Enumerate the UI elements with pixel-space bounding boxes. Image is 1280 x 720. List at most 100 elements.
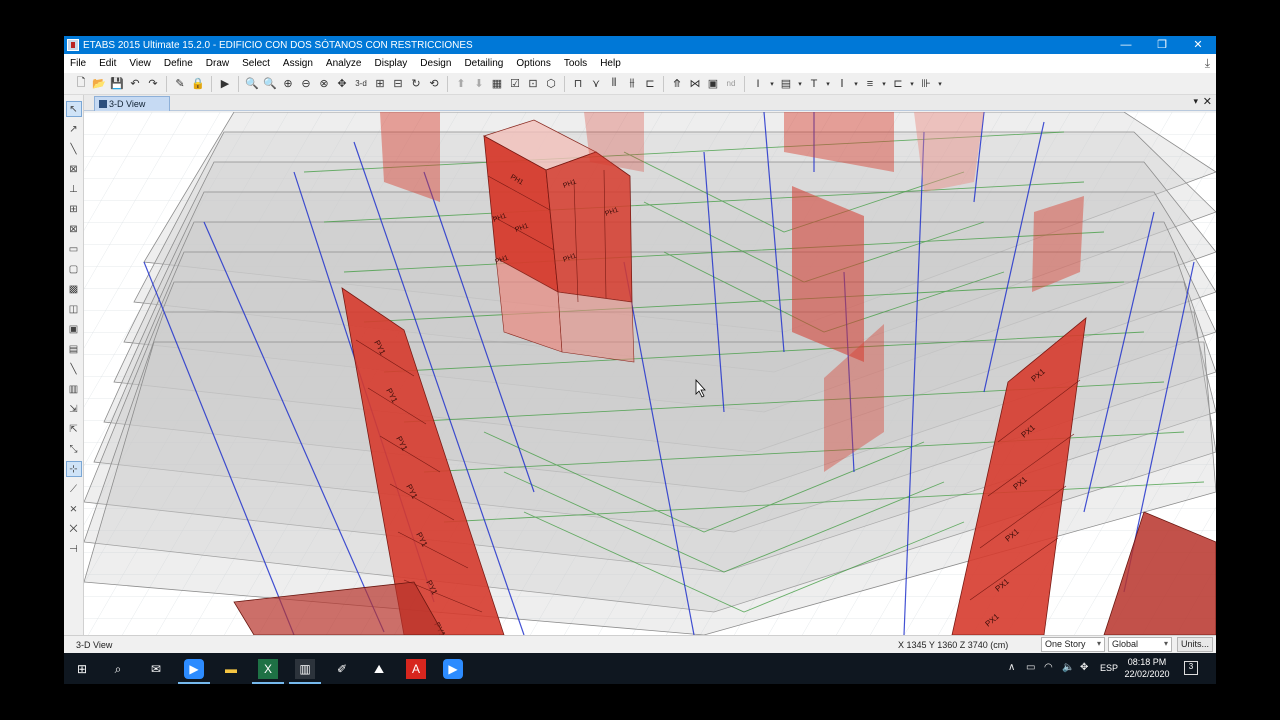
line-type-icon[interactable]: ≡ bbox=[862, 76, 878, 92]
menu-draw[interactable]: Draw bbox=[200, 58, 236, 69]
redo-icon[interactable]: ↷ bbox=[145, 76, 161, 92]
snap-grid-icon[interactable]: ⊣ bbox=[66, 541, 82, 557]
menu-edit[interactable]: Edit bbox=[93, 58, 123, 69]
nd-button[interactable]: nd bbox=[723, 76, 739, 92]
pan-icon[interactable]: ✥ bbox=[334, 76, 350, 92]
dropdown-icon[interactable]: ▾ bbox=[824, 76, 832, 92]
menu-assign[interactable]: Assign bbox=[277, 58, 320, 69]
zoom-restore-icon[interactable]: 🔍 bbox=[262, 76, 278, 92]
section-icon[interactable]: I bbox=[750, 76, 766, 92]
zoom-window-icon[interactable]: 🔍 bbox=[244, 76, 260, 92]
dropbox-icon[interactable]: ✥ bbox=[1080, 662, 1088, 673]
menu-design[interactable]: Design bbox=[414, 58, 458, 69]
menu-display[interactable]: Display bbox=[369, 58, 415, 69]
save-icon[interactable]: 💾 bbox=[109, 76, 125, 92]
draw-wall-icon[interactable]: ⊏ bbox=[642, 76, 658, 92]
snap-icon[interactable]: ▣ bbox=[705, 76, 721, 92]
draw-column-tool-icon[interactable]: ⊥ bbox=[66, 181, 82, 197]
extrude-icon[interactable]: ⬡ bbox=[543, 76, 559, 92]
menu-file[interactable]: File bbox=[64, 58, 93, 69]
minimize-button[interactable]: — bbox=[1108, 36, 1144, 54]
move-down-icon[interactable]: ⬇ bbox=[471, 76, 487, 92]
draw-line-icon[interactable]: ╲ bbox=[66, 141, 82, 157]
draw-beam-tool-icon[interactable]: ⊠ bbox=[66, 161, 82, 177]
draw-beam-icon[interactable]: ⫴ bbox=[606, 76, 622, 92]
coord-system-selector[interactable]: Global ▾ bbox=[1108, 637, 1172, 652]
download-icon[interactable]: ⤓ bbox=[1205, 56, 1210, 71]
snap-ends-icon[interactable]: ⟋ bbox=[66, 481, 82, 497]
draw-opening-tool-icon[interactable]: ▣ bbox=[66, 321, 82, 337]
menu-select[interactable]: Select bbox=[236, 58, 277, 69]
reshape-icon[interactable]: ↗ bbox=[66, 121, 82, 137]
display-icon[interactable]: ⊪ bbox=[918, 76, 934, 92]
zoom-extents-icon[interactable]: ⊗ bbox=[316, 76, 332, 92]
lock-icon[interactable]: 🔒 bbox=[190, 76, 206, 92]
dropdown-icon[interactable]: ▾ bbox=[936, 76, 944, 92]
menu-detailing[interactable]: Detailing bbox=[458, 58, 510, 69]
tab-close-icon[interactable]: ✕ bbox=[1203, 95, 1212, 108]
snap-perpendicular-icon[interactable]: ⨉ bbox=[66, 521, 82, 537]
model-viewport-3d[interactable]: PY1 PY1 PY1 PY1 PY1 PY1 PY1 bbox=[84, 112, 1216, 635]
undo-icon[interactable]: ↶ bbox=[127, 76, 143, 92]
draw-column-icon[interactable]: ⫵ bbox=[624, 76, 640, 92]
move-up-icon[interactable]: ⬆ bbox=[453, 76, 469, 92]
clear-selection-icon[interactable]: ⤡ bbox=[66, 441, 82, 457]
menu-options[interactable]: Options bbox=[510, 58, 557, 69]
select-all-icon[interactable]: ⇲ bbox=[66, 401, 82, 417]
tab-menu-icon[interactable]: ▾ bbox=[1193, 96, 1198, 107]
draw-slab-icon[interactable]: ▤ bbox=[66, 341, 82, 357]
frame-section-icon[interactable]: T bbox=[806, 76, 822, 92]
draw-dimension-icon[interactable]: ╲ bbox=[66, 361, 82, 377]
view-3d-button[interactable]: 3-d bbox=[352, 76, 370, 92]
notifications-icon[interactable]: 3 bbox=[1184, 661, 1198, 675]
zoom-out-icon[interactable]: ⊖ bbox=[298, 76, 314, 92]
menu-define[interactable]: Define bbox=[158, 58, 200, 69]
snap-intersect-icon[interactable]: ⨯ bbox=[66, 501, 82, 517]
draw-frame-icon[interactable]: ⊓ bbox=[570, 76, 586, 92]
draw-area-icon[interactable]: ▩ bbox=[66, 281, 82, 297]
assign-icon[interactable]: ⊏ bbox=[890, 76, 906, 92]
column-section-icon[interactable]: Ⅰ bbox=[834, 76, 850, 92]
previous-selection-icon[interactable]: ⇱ bbox=[66, 421, 82, 437]
set-display-options-icon[interactable]: ☑ bbox=[507, 76, 523, 92]
dropdown-icon[interactable]: ▾ bbox=[908, 76, 916, 92]
rotate-icon[interactable]: ↻ bbox=[408, 76, 424, 92]
draw-wall-tool-icon[interactable]: ◫ bbox=[66, 301, 82, 317]
run-analysis-icon[interactable]: ▶ bbox=[217, 76, 233, 92]
dropdown-icon[interactable]: ▾ bbox=[880, 76, 888, 92]
language-indicator[interactable]: ESP bbox=[1100, 663, 1118, 673]
elevation-view-icon[interactable]: ⊟ bbox=[390, 76, 406, 92]
volume-icon[interactable]: 🔈 bbox=[1062, 662, 1074, 673]
draw-grid-icon[interactable]: ▥ bbox=[66, 381, 82, 397]
open-icon[interactable]: 📂 bbox=[91, 76, 107, 92]
maximize-button[interactable]: ❐ bbox=[1144, 36, 1180, 54]
title-bar[interactable]: ETABS 2015 Ultimate 15.2.0 - EDIFICIO CO… bbox=[64, 36, 1216, 54]
story-selector[interactable]: One Story ▾ bbox=[1041, 637, 1105, 652]
tab-3d-view[interactable]: 3-D View bbox=[94, 96, 170, 111]
draw-floor-icon[interactable]: ▭ bbox=[66, 241, 82, 257]
menu-help[interactable]: Help bbox=[594, 58, 628, 69]
wifi-icon[interactable]: ◠ bbox=[1044, 662, 1053, 673]
snap-points-icon[interactable]: ⊹ bbox=[65, 461, 82, 477]
building-view-options-icon[interactable]: ⊡ bbox=[525, 76, 541, 92]
perspective-icon[interactable]: ⟲ bbox=[426, 76, 442, 92]
draw-brace-tool-icon[interactable]: ⊞ bbox=[66, 201, 82, 217]
menu-view[interactable]: View bbox=[123, 58, 158, 69]
draw-joint-icon[interactable]: ⤊ bbox=[669, 76, 685, 92]
plan-view-icon[interactable]: ⊞ bbox=[372, 76, 388, 92]
battery-icon[interactable]: ▭ bbox=[1026, 662, 1035, 673]
zoom-in-icon[interactable]: ⊕ bbox=[280, 76, 296, 92]
draw-brace-icon[interactable]: ⋎ bbox=[588, 76, 604, 92]
structural-model-drawing[interactable]: PY1 PY1 PY1 PY1 PY1 PY1 PY1 bbox=[84, 112, 1216, 635]
area-section-icon[interactable]: ▤ bbox=[778, 76, 794, 92]
menu-tools[interactable]: Tools bbox=[558, 58, 594, 69]
draw-rect-icon[interactable]: ▢ bbox=[66, 261, 82, 277]
dropdown-icon[interactable]: ▾ bbox=[768, 76, 776, 92]
dropdown-icon[interactable]: ▾ bbox=[796, 76, 804, 92]
pointer-icon[interactable]: ↖ bbox=[65, 101, 82, 117]
draw-x-icon[interactable]: ⊠ bbox=[66, 221, 82, 237]
dropdown-icon[interactable]: ▾ bbox=[852, 76, 860, 92]
chevron-up-icon[interactable]: ∧ bbox=[1008, 662, 1015, 673]
clock[interactable]: 08:18 PM 22/02/2020 bbox=[1122, 656, 1172, 680]
pencil-icon[interactable]: ✎ bbox=[172, 76, 188, 92]
